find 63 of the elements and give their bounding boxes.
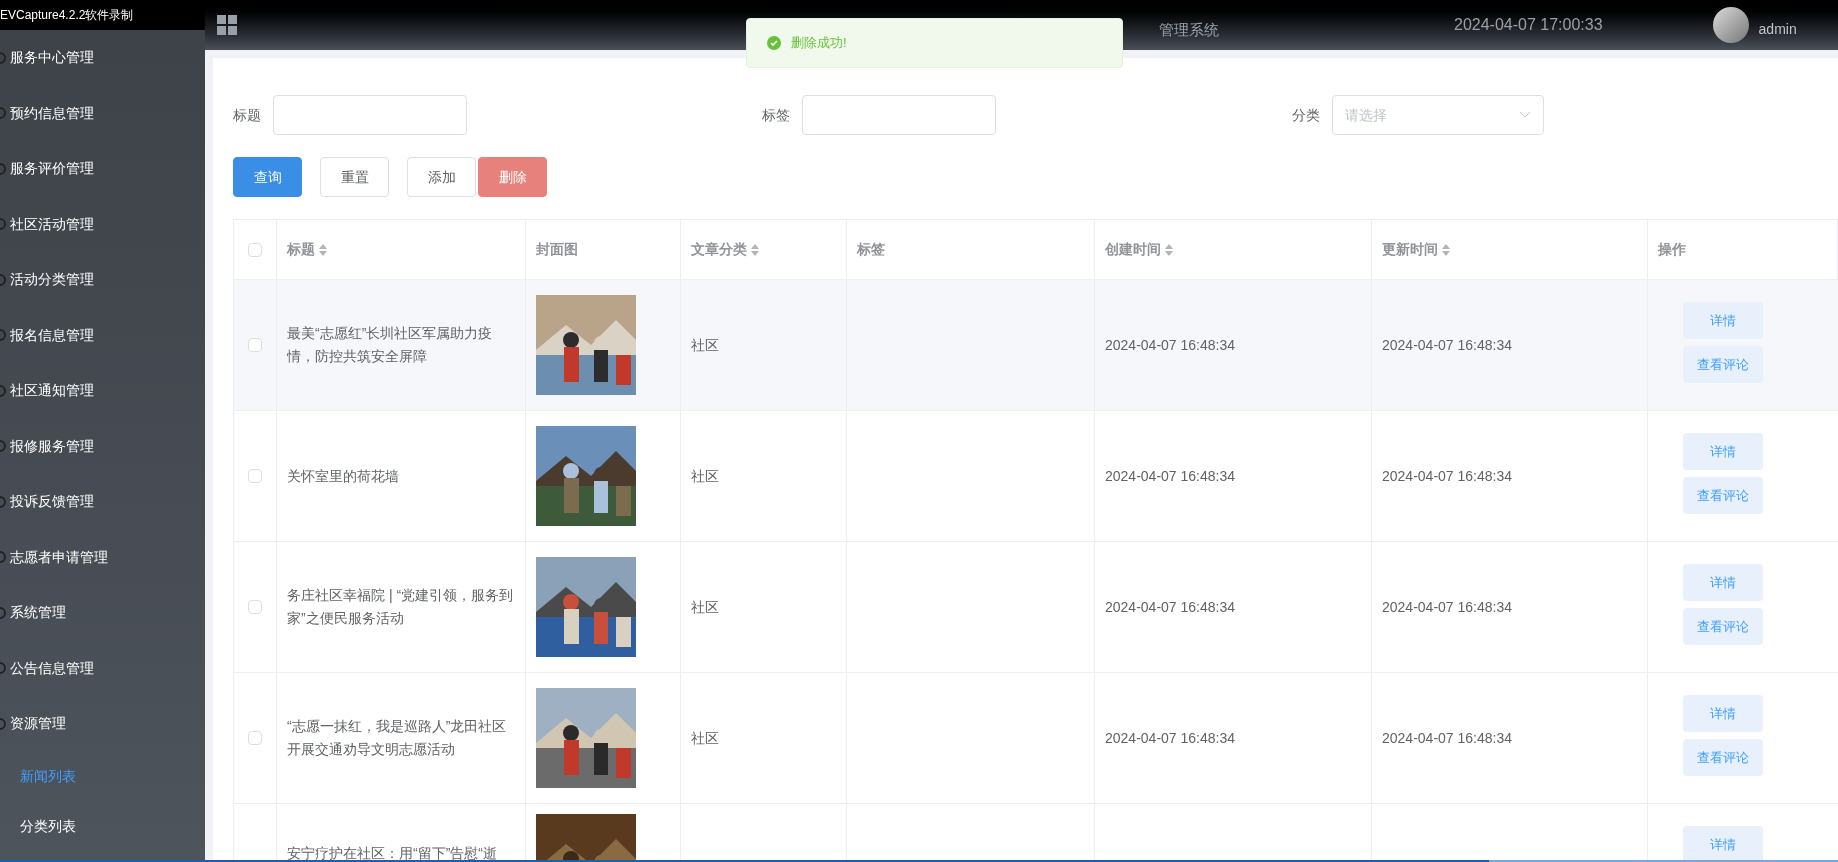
action-button[interactable]: 重置 <box>320 157 389 197</box>
column-header: 文章分类 <box>691 240 747 259</box>
chevron-down-icon <box>1519 111 1531 119</box>
filter-label: 分类 <box>1292 105 1320 125</box>
column-header: 操作 <box>1658 240 1686 259</box>
table-cell-text: “志愿一抹红，我是巡路人”龙田社区开展交通劝导文明志愿活动 <box>287 717 508 759</box>
sidebar-item[interactable]: 活动分类管理 <box>0 252 205 308</box>
column-header: 标签 <box>857 240 885 259</box>
table-cell-text: 2024-04-07 16:48:34 <box>1382 728 1512 748</box>
sort-icon[interactable] <box>1442 243 1450 256</box>
sort-icon[interactable] <box>751 243 759 256</box>
table-cell-text: 2024-04-07 16:48:34 <box>1105 466 1235 486</box>
recorder-label: EVCapture4.2.2软件录制 <box>0 7 134 24</box>
column-header: 标题 <box>287 240 315 259</box>
sidebar-item[interactable]: 社区通知管理 <box>0 363 205 419</box>
submenu-item[interactable]: 分类列表 <box>0 801 205 852</box>
input-field[interactable] <box>273 95 467 135</box>
table-cell-text: 2024-04-07 16:48:34 <box>1105 597 1235 617</box>
toast-message: 删除成功! <box>791 34 847 53</box>
column-header: 创建时间 <box>1105 240 1161 259</box>
filter-label: 标题 <box>233 105 261 125</box>
sidebar-item[interactable]: 志愿者申请管理 <box>0 529 205 585</box>
table-cell-text: 2024-04-07 16:48:34 <box>1382 335 1512 355</box>
system-title: 管理系统 <box>1159 19 1219 40</box>
sidebar-item[interactable]: 资源管理 <box>0 696 205 752</box>
sidebar-item[interactable]: 公告信息管理 <box>0 640 205 696</box>
table-cell-text: 2024-04-07 16:48:34 <box>1105 335 1235 355</box>
table-cell-text: 2024-04-07 16:48:34 <box>1105 728 1235 748</box>
column-header: 封面图 <box>536 240 578 259</box>
sidebar-item[interactable]: 报修服务管理 <box>0 418 205 474</box>
action-button[interactable]: 添加 <box>407 157 476 197</box>
table-cell-text: 安宁疗护在社区：用“留下”告慰“逝 <box>287 844 497 862</box>
sidebar-item[interactable]: 预约信息管理 <box>0 85 205 141</box>
username[interactable]: admin <box>1758 18 1797 40</box>
table-cell-text: 社区 <box>691 335 719 355</box>
table-cell-text: 社区 <box>691 597 719 617</box>
checkbox[interactable] <box>248 600 262 614</box>
sidebar-item[interactable]: 社区活动管理 <box>0 196 205 252</box>
sidebar-item[interactable]: 系统管理 <box>0 585 205 641</box>
table-cell-text: 2024-04-07 16:48:34 <box>1382 466 1512 486</box>
table-cell-text: 务庄社区幸福院 | “党建引领，服务到家”之便民服务活动 <box>287 586 515 628</box>
column-header: 更新时间 <box>1382 240 1438 259</box>
sidebar-item[interactable]: 服务中心管理 <box>0 30 205 86</box>
sidebar-item[interactable]: 投诉反馈管理 <box>0 474 205 530</box>
checkbox[interactable] <box>248 242 262 257</box>
checkbox[interactable] <box>248 731 262 745</box>
filter-label: 标签 <box>762 105 790 125</box>
table-cell-text: 社区 <box>691 728 719 748</box>
checkbox[interactable] <box>248 469 262 483</box>
grid-icon[interactable] <box>217 15 237 35</box>
table-cell-text: 关怀室里的荷花墙 <box>287 466 399 486</box>
input-field[interactable] <box>802 95 996 135</box>
sort-icon[interactable] <box>1165 243 1173 256</box>
table-cell-text: 社区 <box>691 466 719 486</box>
table-cell-text: 最美“志愿红”长圳社区军属助力疫情，防控共筑安全屏障 <box>287 324 494 366</box>
sort-icon[interactable] <box>319 243 327 256</box>
avatar[interactable] <box>1712 7 1749 43</box>
datetime: 2024-04-07 17:00:33 <box>1454 15 1603 35</box>
sidebar-item[interactable]: 报名信息管理 <box>0 307 205 363</box>
table-cell-text: 2024-04-07 16:48:34 <box>1382 597 1512 617</box>
checkbox[interactable] <box>248 338 262 352</box>
check-circle-icon <box>767 36 781 50</box>
sidebar-item[interactable]: 服务评价管理 <box>0 141 205 197</box>
